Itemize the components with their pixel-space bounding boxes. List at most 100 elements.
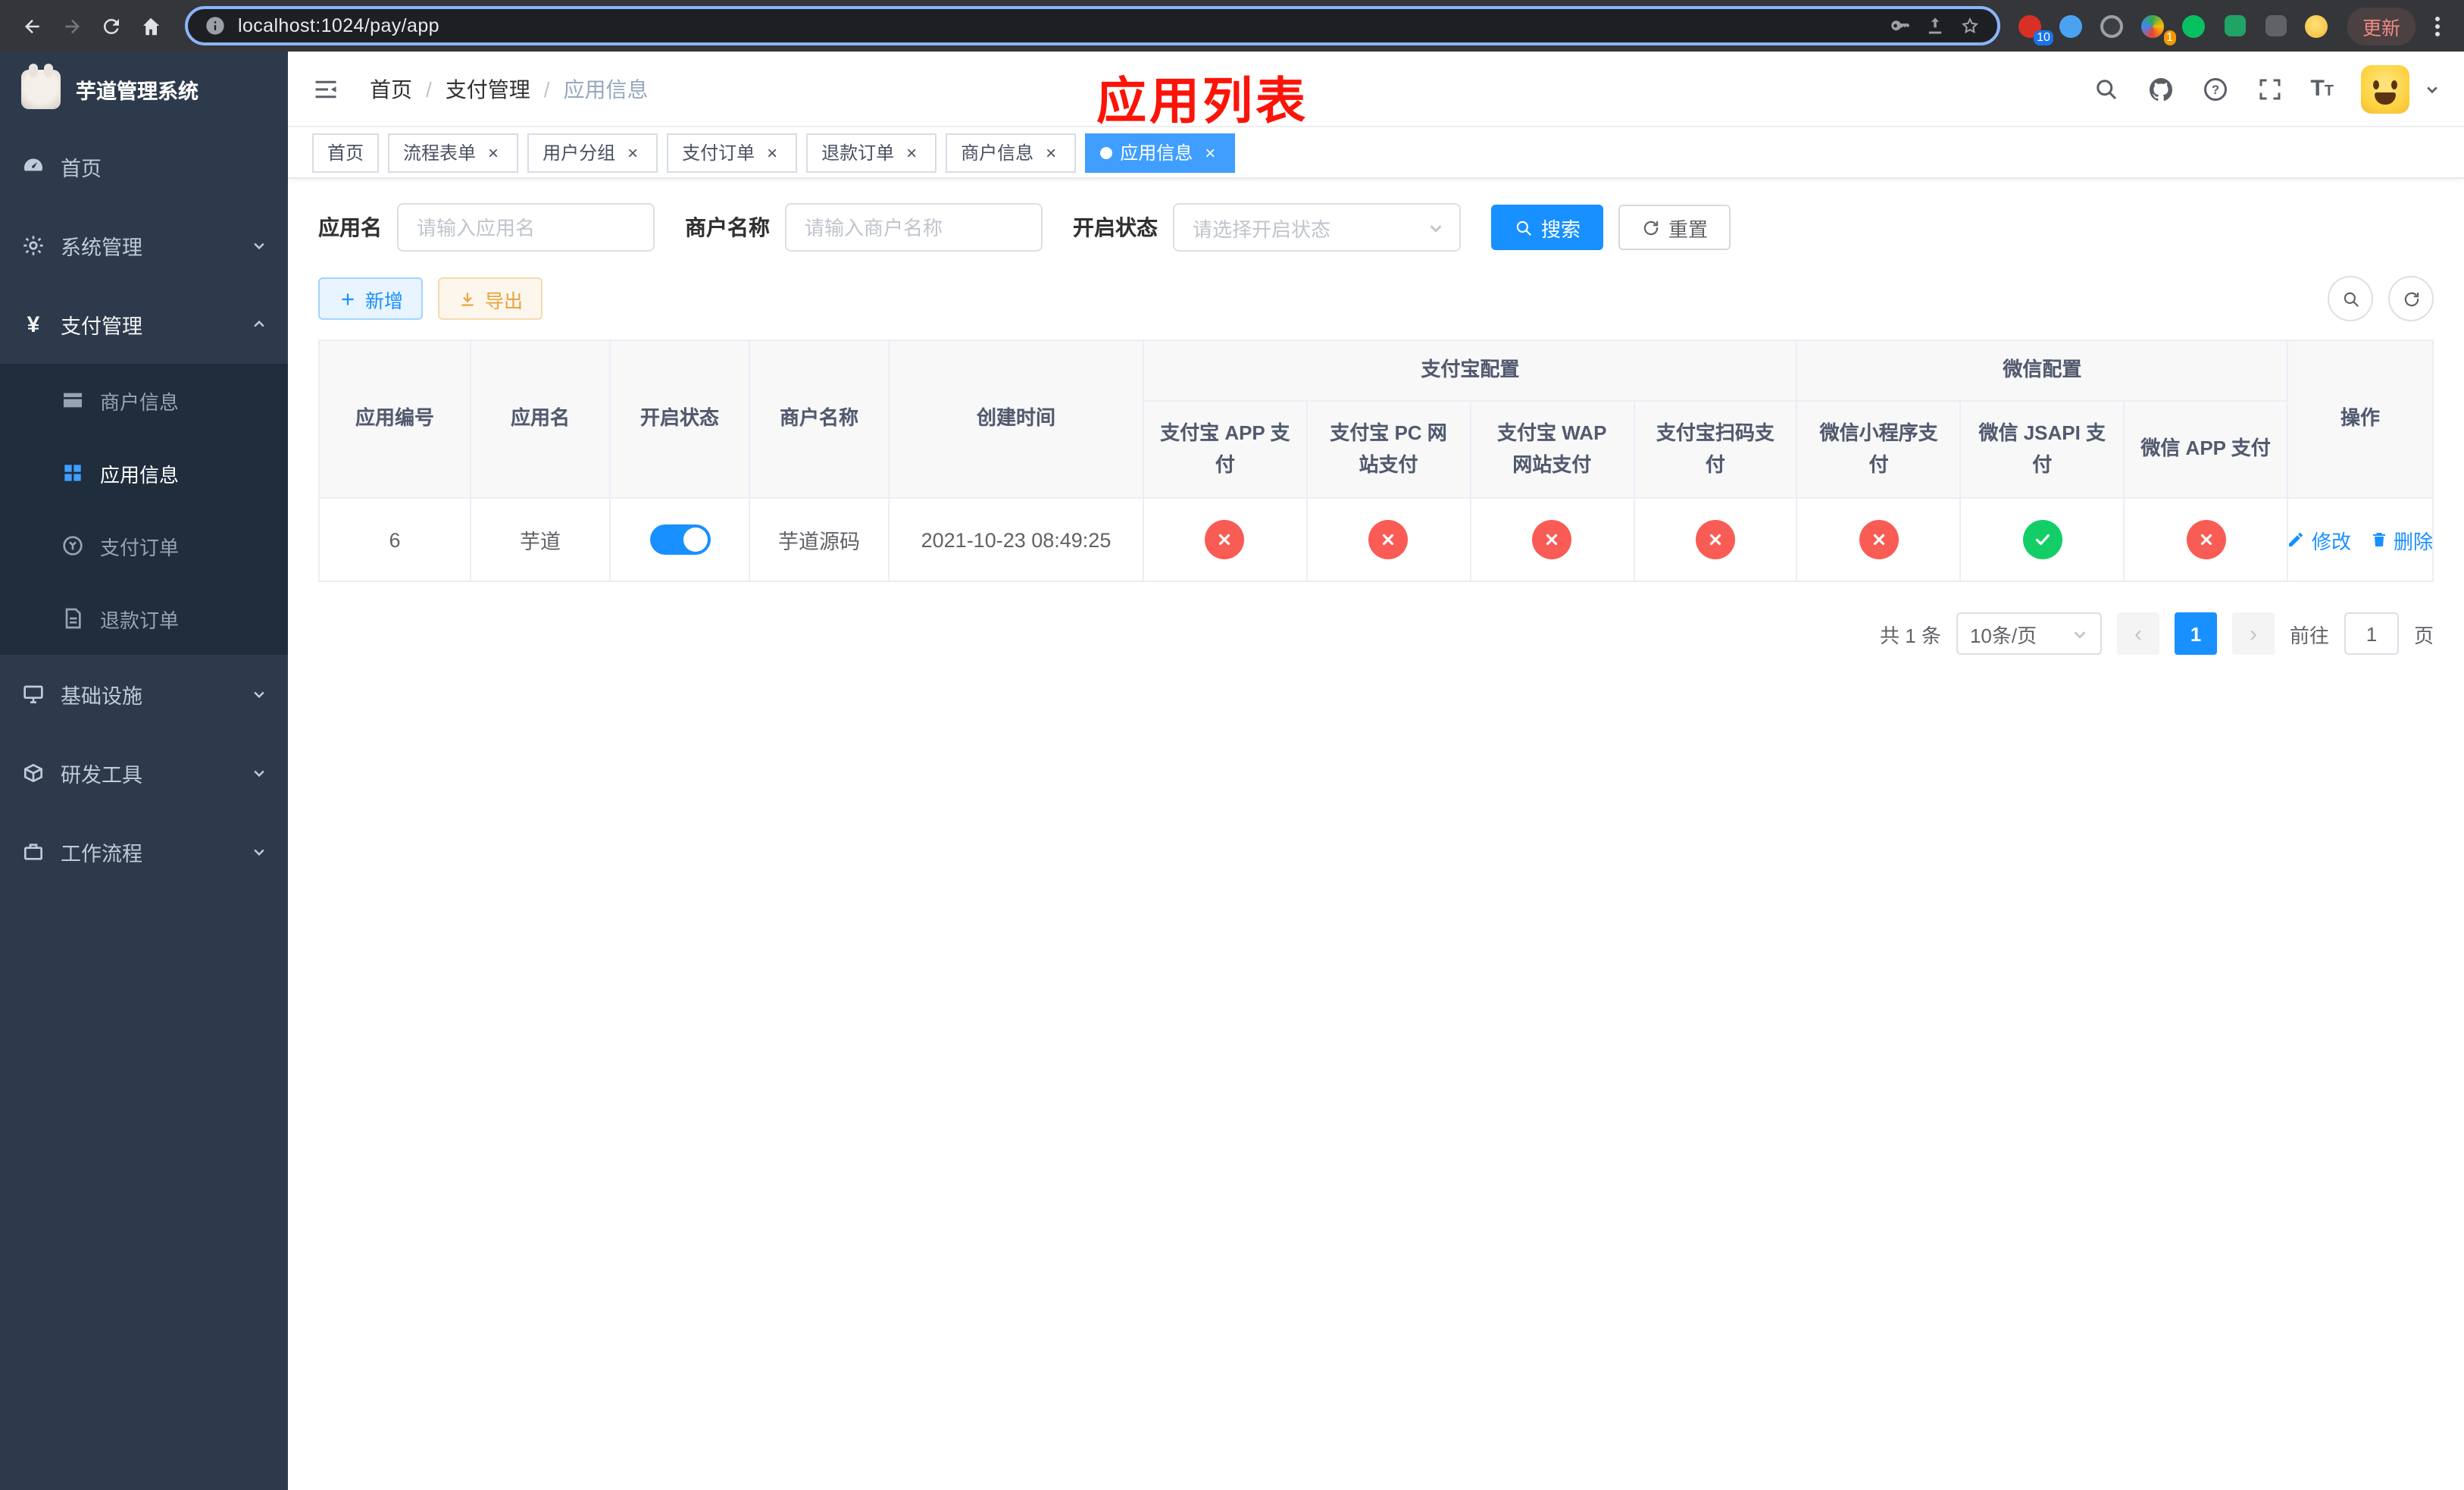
home-icon[interactable]: [130, 6, 170, 45]
help-icon[interactable]: ?: [2201, 75, 2228, 102]
extension-icon-6[interactable]: [2220, 11, 2250, 41]
export-button[interactable]: 导出: [438, 277, 543, 320]
coin-icon: [63, 536, 83, 556]
user-avatar[interactable]: [2361, 64, 2409, 113]
next-page-button[interactable]: ›: [2231, 612, 2275, 655]
search-icon[interactable]: [2092, 75, 2119, 102]
payment-submenu: 商户信息 应用信息 支付订单 退款订单: [0, 364, 288, 655]
url-bar[interactable]: localhost:1024/pay/app: [185, 6, 2000, 45]
col-app-name: 应用名: [470, 340, 611, 499]
box-icon: [24, 763, 42, 783]
extension-icon-1[interactable]: 10: [2015, 11, 2053, 45]
app-logo-row[interactable]: 芋道管理系统: [0, 52, 288, 127]
browser-update-button[interactable]: 更新: [2347, 7, 2416, 45]
sidebar-item-merchant-info[interactable]: 商户信息: [0, 364, 288, 437]
delete-button[interactable]: 删除: [2369, 525, 2433, 554]
tab-home[interactable]: 首页: [312, 133, 380, 172]
extension-icon-2[interactable]: [2056, 11, 2087, 41]
gear-icon: [23, 236, 43, 255]
info-icon[interactable]: [203, 14, 227, 38]
extension-icon-8[interactable]: [2302, 11, 2332, 41]
chevron-up-icon: [254, 320, 264, 327]
close-icon: [1219, 534, 1230, 546]
page-1-button[interactable]: 1: [2174, 612, 2217, 655]
github-icon[interactable]: [2147, 75, 2174, 102]
card-icon: [64, 393, 82, 408]
check-icon: [2035, 534, 2050, 546]
close-icon[interactable]: ×: [483, 142, 503, 162]
font-size-icon[interactable]: TT: [2310, 77, 2334, 100]
breadcrumb-home[interactable]: 首页: [370, 74, 412, 104]
page-size-select[interactable]: 10条/页: [1956, 612, 2102, 655]
sidebar-item-payment[interactable]: ¥ 支付管理: [0, 285, 288, 364]
sidebar-item-infrastructure[interactable]: 基础设施: [0, 655, 288, 734]
tab-user-group[interactable]: 用户分组 ×: [527, 133, 658, 172]
status-select[interactable]: 请选择开启状态: [1173, 203, 1461, 252]
sidebar-item-dev-tools[interactable]: 研发工具: [0, 734, 288, 812]
close-icon[interactable]: ×: [1200, 142, 1220, 162]
close-icon[interactable]: ×: [762, 142, 782, 162]
search-button[interactable]: 搜索: [1491, 205, 1604, 250]
chevron-down-icon: [254, 849, 264, 856]
tab-bar: 首页 流程表单 × 用户分组 × 支付订单 × 退款订单 × 商户信息 × 应用…: [288, 127, 2464, 179]
status-toggle[interactable]: [649, 524, 710, 555]
breadcrumb: 首页 / 支付管理 / 应用信息: [370, 74, 649, 104]
fullscreen-icon[interactable]: [2256, 75, 2283, 102]
col-group-alipay: 支付宝配置: [1142, 340, 1798, 402]
prev-page-button[interactable]: ‹: [2116, 612, 2159, 655]
extension-icon-3[interactable]: [2097, 11, 2128, 41]
trash-icon: [2372, 533, 2384, 546]
app-title: 芋道管理系统: [76, 80, 199, 103]
chevron-down-icon: [254, 691, 264, 699]
browser-toolbar: localhost:1024/pay/app 10 1 更新: [0, 0, 2464, 52]
app-name-input[interactable]: [397, 203, 655, 252]
sidebar-item-app-info[interactable]: 应用信息: [0, 437, 288, 509]
star-icon[interactable]: [1958, 14, 1982, 38]
sidebar-item-home[interactable]: 首页: [0, 127, 288, 206]
extension-badge: 1: [2163, 30, 2176, 45]
breadcrumb-payment[interactable]: 支付管理: [446, 74, 530, 104]
sidebar-item-payment-order[interactable]: 支付订单: [0, 509, 288, 582]
refresh-button[interactable]: [2388, 276, 2434, 321]
close-icon[interactable]: ×: [902, 142, 921, 162]
key-icon[interactable]: [1888, 14, 1912, 38]
extension-icon-5[interactable]: [2179, 11, 2209, 41]
goto-page-input[interactable]: [2344, 612, 2399, 655]
extension-icon-7[interactable]: [2261, 11, 2291, 41]
extension-icon-4[interactable]: 1: [2138, 11, 2176, 45]
goto-label: 前往: [2289, 624, 2329, 646]
back-icon[interactable]: [12, 6, 52, 45]
caret-down-icon[interactable]: [2425, 81, 2440, 96]
url-text[interactable]: localhost:1024/pay/app: [238, 15, 439, 36]
chevron-down-icon: [2074, 631, 2086, 638]
cell-created: 2021-10-23 08:49:25: [888, 497, 1144, 582]
forward-icon[interactable]: [52, 6, 91, 45]
toggle-search-button[interactable]: [2328, 276, 2373, 321]
close-icon[interactable]: ×: [623, 142, 643, 162]
tab-pay-order[interactable]: 支付订单 ×: [667, 133, 798, 172]
refresh-icon: [2403, 291, 2419, 306]
tab-refund-order[interactable]: 退款订单 ×: [806, 133, 937, 172]
top-navbar: 首页 / 支付管理 / 应用信息 ? TT: [288, 52, 2464, 127]
share-icon[interactable]: [1923, 14, 1947, 38]
reload-icon[interactable]: [91, 6, 130, 45]
merchant-name-input[interactable]: [785, 203, 1043, 252]
tab-merchant-info[interactable]: 商户信息 ×: [946, 133, 1077, 172]
sidebar-item-refund-order[interactable]: 退款订单: [0, 582, 288, 655]
close-icon: [1873, 534, 1884, 546]
sidebar-item-system[interactable]: 系统管理: [0, 206, 288, 285]
tab-app-info[interactable]: 应用信息 ×: [1085, 133, 1236, 172]
hamburger-icon[interactable]: [312, 72, 346, 105]
document-icon: [65, 608, 81, 629]
sidebar-item-workflow[interactable]: 工作流程: [0, 812, 288, 891]
app-table: 应用编号 应用名 开启状态 商户名称 创建时间 支付宝配置 微信配置 操作 支付…: [318, 340, 2434, 582]
tab-process-form[interactable]: 流程表单 ×: [388, 133, 519, 172]
cell-merchant: 芋道源码: [749, 497, 890, 582]
browser-menu-icon[interactable]: [2422, 16, 2452, 36]
col-alipay-pc: 支付宝 PC 网站支付: [1305, 400, 1471, 499]
add-button[interactable]: 新增: [318, 277, 424, 320]
merchant-name-label: 商户名称: [685, 215, 770, 239]
close-icon[interactable]: ×: [1041, 142, 1061, 162]
edit-button[interactable]: 修改: [2287, 525, 2351, 554]
reset-button[interactable]: 重置: [1618, 205, 1731, 250]
